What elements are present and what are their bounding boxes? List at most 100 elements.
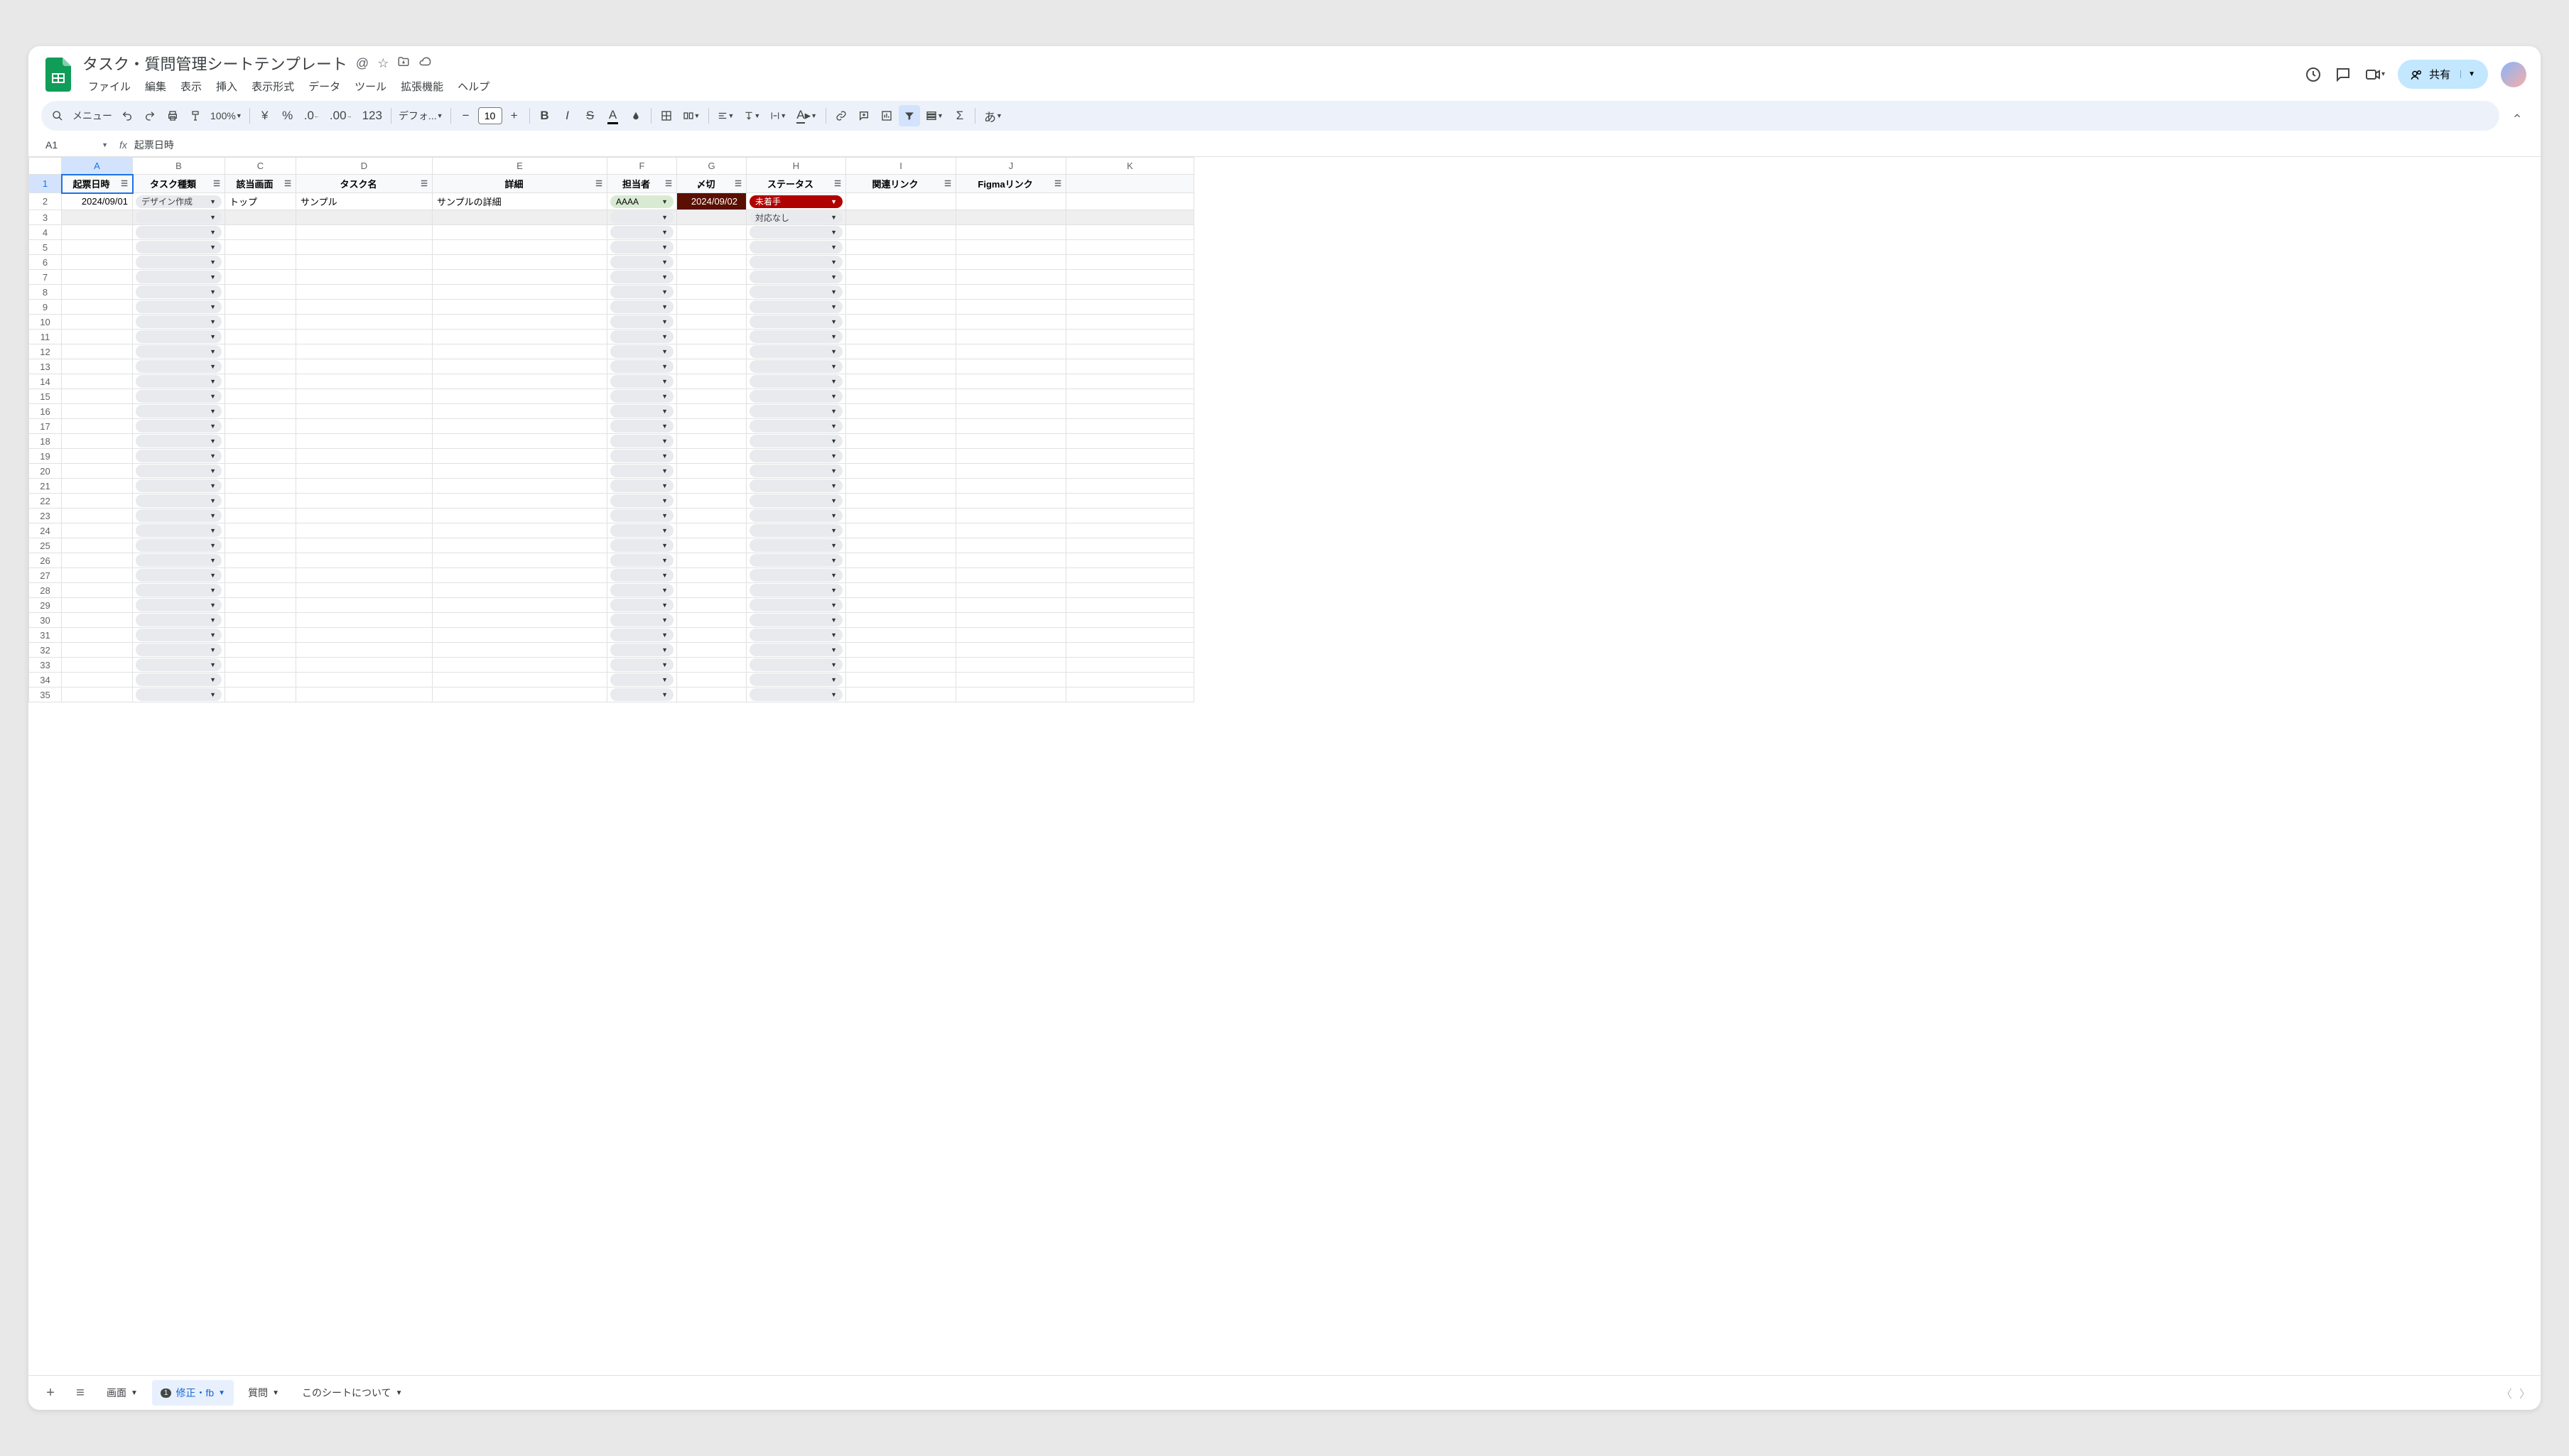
- dropdown-chip[interactable]: ▼: [136, 271, 222, 283]
- col-header-J[interactable]: J: [956, 158, 1066, 175]
- filter-button[interactable]: [899, 105, 920, 126]
- filter-views-button[interactable]: ▼: [921, 105, 948, 126]
- dropdown-chip[interactable]: ▼: [610, 584, 674, 597]
- task-type-chip[interactable]: デザイン作成▼: [136, 195, 222, 208]
- cell[interactable]: [296, 523, 433, 538]
- row-header[interactable]: 15: [29, 389, 62, 404]
- cell[interactable]: [846, 193, 956, 210]
- cell[interactable]: [62, 523, 133, 538]
- select-all-corner[interactable]: [29, 158, 62, 175]
- status-chip[interactable]: 対応なし▼: [750, 211, 843, 224]
- row-header[interactable]: 16: [29, 404, 62, 419]
- cell[interactable]: [956, 330, 1066, 344]
- cell[interactable]: [296, 255, 433, 270]
- cell[interactable]: [1066, 568, 1194, 583]
- cell[interactable]: [62, 449, 133, 464]
- dropdown-chip[interactable]: ▼: [750, 539, 843, 552]
- cell[interactable]: ▼: [133, 628, 225, 643]
- cell[interactable]: [433, 255, 607, 270]
- cell[interactable]: [956, 300, 1066, 315]
- cell[interactable]: [433, 389, 607, 404]
- cell[interactable]: [225, 673, 296, 688]
- cell[interactable]: [956, 404, 1066, 419]
- dropdown-chip[interactable]: ▼: [610, 435, 674, 447]
- italic-button[interactable]: I: [557, 105, 578, 126]
- cell[interactable]: [956, 225, 1066, 240]
- cell[interactable]: ▼: [747, 240, 846, 255]
- cell[interactable]: [956, 479, 1066, 494]
- row-header[interactable]: 35: [29, 688, 62, 702]
- row-header[interactable]: 31: [29, 628, 62, 643]
- cell[interactable]: [225, 688, 296, 702]
- dropdown-chip[interactable]: ▼: [610, 494, 674, 507]
- cell[interactable]: [677, 374, 747, 389]
- cell[interactable]: ▼: [607, 374, 677, 389]
- dropdown-chip[interactable]: ▼: [610, 271, 674, 283]
- cell[interactable]: [225, 509, 296, 523]
- cell[interactable]: [956, 344, 1066, 359]
- more-formats-button[interactable]: 123: [358, 105, 386, 126]
- dropdown-chip[interactable]: ▼: [136, 241, 222, 254]
- cell[interactable]: [1066, 553, 1194, 568]
- dropdown-chip[interactable]: ▼: [610, 360, 674, 373]
- cell[interactable]: [433, 688, 607, 702]
- cell[interactable]: [225, 613, 296, 628]
- row-header[interactable]: 10: [29, 315, 62, 330]
- spreadsheet-grid[interactable]: A B C D E F G H I J K 1起票日時☰タスク種類☰該当画面☰タ…: [28, 157, 2541, 1375]
- dropdown-chip[interactable]: ▼: [136, 390, 222, 403]
- row-header[interactable]: 2: [29, 193, 62, 210]
- cell[interactable]: ▼: [747, 449, 846, 464]
- cell[interactable]: [225, 225, 296, 240]
- vertical-align-button[interactable]: ▼: [740, 105, 764, 126]
- cell[interactable]: [62, 344, 133, 359]
- cell[interactable]: [846, 658, 956, 673]
- cell[interactable]: ▼: [607, 643, 677, 658]
- row-header[interactable]: 27: [29, 568, 62, 583]
- row-header[interactable]: 11: [29, 330, 62, 344]
- dropdown-chip[interactable]: ▼: [136, 286, 222, 298]
- cell[interactable]: [62, 628, 133, 643]
- cell[interactable]: [677, 210, 747, 225]
- cell[interactable]: [433, 464, 607, 479]
- cell[interactable]: ▼: [607, 285, 677, 300]
- dropdown-chip[interactable]: ▼: [750, 360, 843, 373]
- dropdown-chip[interactable]: ▼: [750, 599, 843, 612]
- cell[interactable]: Figmaリンク☰: [956, 175, 1066, 193]
- undo-button[interactable]: [117, 105, 138, 126]
- dropdown-chip[interactable]: ▼: [136, 300, 222, 313]
- cell[interactable]: ▼: [607, 598, 677, 613]
- decrease-decimal-button[interactable]: .0←: [300, 105, 324, 126]
- dropdown-chip[interactable]: ▼: [750, 330, 843, 343]
- cell[interactable]: [433, 315, 607, 330]
- cell[interactable]: ▼: [607, 523, 677, 538]
- cell[interactable]: [1066, 240, 1194, 255]
- cell[interactable]: [846, 613, 956, 628]
- strikethrough-button[interactable]: S: [580, 105, 601, 126]
- cell[interactable]: [956, 449, 1066, 464]
- cell[interactable]: [225, 344, 296, 359]
- cell[interactable]: ▼: [747, 225, 846, 240]
- cell[interactable]: [62, 419, 133, 434]
- cell[interactable]: [296, 509, 433, 523]
- col-header-K[interactable]: K: [1066, 158, 1194, 175]
- cell[interactable]: [1066, 523, 1194, 538]
- cell[interactable]: [433, 613, 607, 628]
- insert-link-button[interactable]: [831, 105, 852, 126]
- row-header[interactable]: 9: [29, 300, 62, 315]
- cell[interactable]: ▼: [133, 464, 225, 479]
- dropdown-chip[interactable]: ▼: [750, 256, 843, 268]
- cell[interactable]: ▼: [607, 330, 677, 344]
- cell[interactable]: ▼: [607, 210, 677, 225]
- cell[interactable]: ▼: [133, 285, 225, 300]
- cell[interactable]: [677, 479, 747, 494]
- col-header-B[interactable]: B: [133, 158, 225, 175]
- col-header-G[interactable]: G: [677, 158, 747, 175]
- dropdown-chip[interactable]: ▼: [750, 584, 843, 597]
- cell[interactable]: [1066, 583, 1194, 598]
- cell[interactable]: [677, 225, 747, 240]
- row-header[interactable]: 25: [29, 538, 62, 553]
- cell[interactable]: [62, 538, 133, 553]
- dropdown-chip[interactable]: ▼: [136, 450, 222, 462]
- cell[interactable]: [846, 330, 956, 344]
- cell[interactable]: 対応なし▼: [747, 210, 846, 225]
